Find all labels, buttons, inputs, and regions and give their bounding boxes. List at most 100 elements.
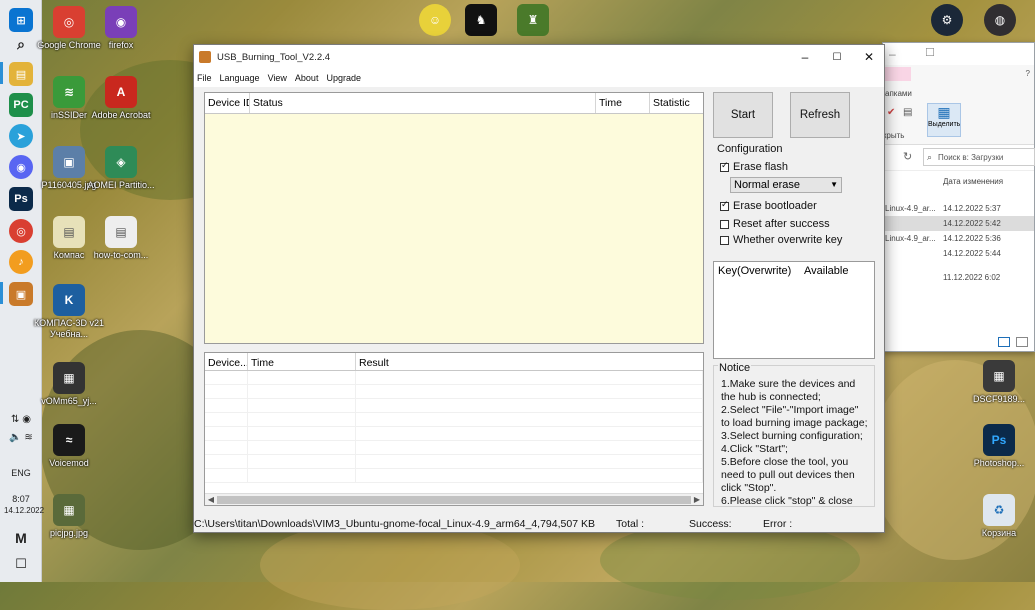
desktop-icon[interactable]: ▦ DSCF9189... — [964, 360, 1034, 405]
table-row[interactable] — [205, 385, 703, 399]
desktop-icon[interactable]: ▤ how-to-com... — [86, 216, 156, 261]
usb-burning-tool-taskbar-icon[interactable]: ▣ — [9, 282, 33, 306]
obs-icon: ◍ — [984, 4, 1016, 36]
column-date[interactable]: Дата изменения — [943, 177, 1003, 186]
table-row[interactable] — [205, 413, 703, 427]
column-time[interactable]: Time — [596, 93, 650, 113]
file-explorer-window[interactable]: – ☐ апками ✔ ▤ ▦ Выделить Открыть ↻ ⌕ По… — [873, 42, 1035, 352]
desktop-icon[interactable]: A Adobe Acrobat — [86, 76, 156, 121]
select-button[interactable]: ▦ Выделить — [927, 103, 961, 137]
usb-burning-tool-window[interactable]: USB_Burning_Tool_V2.2.4 – ☐ ✕ File Langu… — [193, 44, 885, 533]
file-row[interactable]: 14.12.2022 5:42 — [883, 216, 1034, 231]
file-explorer-icon[interactable]: ▤ — [9, 62, 33, 86]
app-icon: ▤ — [53, 216, 85, 248]
reset-after-success-label: Reset after success — [733, 218, 830, 230]
table-row[interactable] — [205, 371, 703, 385]
desktop-icon[interactable]: ≈ Voicemod — [34, 424, 104, 469]
search-icon[interactable]: ⌕ — [9, 32, 33, 56]
music-app-icon[interactable]: ♪ — [9, 250, 33, 274]
column-time[interactable]: Time — [248, 353, 356, 370]
status-total: Total : — [616, 518, 645, 530]
taskbar-app-icon[interactable]: M — [4, 530, 38, 546]
column-status[interactable]: Status — [250, 93, 596, 113]
maximize-icon[interactable]: ☐ — [925, 46, 935, 59]
clock-time[interactable]: 8:07 — [4, 494, 38, 504]
telegram-icon[interactable]: ➤ — [9, 124, 33, 148]
clock-date[interactable]: 14.12.2022 — [4, 506, 44, 515]
start-button[interactable]: Start — [713, 92, 773, 138]
erase-bootloader-checkbox[interactable]: Erase bootloader — [720, 199, 817, 212]
explorer-search-input[interactable]: ⌕ Поиск в: Загрузки — [923, 148, 1035, 166]
key-list[interactable]: Key(Overwrite) Available — [713, 261, 875, 359]
table-row[interactable] — [205, 399, 703, 413]
erase-flash-checkbox[interactable]: Erase flash — [720, 160, 788, 173]
erase-mode-select[interactable]: Normal erase ▼ — [730, 177, 842, 193]
refresh-icon[interactable]: ↻ — [903, 150, 912, 163]
desktop-icon[interactable]: Ps Photoshop... — [964, 424, 1034, 469]
notice-text: 1.Make sure the devices and the hub is co… — [714, 366, 874, 508]
file-row[interactable]: Linux-4.9_ar... 14.12.2022 5:36 — [883, 231, 1034, 246]
print-icon[interactable]: ▤ — [903, 107, 912, 118]
notice-box: 1.Make sure the devices and the hub is co… — [713, 365, 875, 507]
table-row[interactable] — [205, 427, 703, 441]
maximize-button[interactable]: ☐ — [821, 45, 853, 69]
explorer-address-row: ↻ ⌕ Поиск в: Загрузки — [883, 145, 1035, 171]
desktop-icon[interactable]: ◈ AOMEI Partitio... — [86, 146, 156, 191]
tray-icons[interactable]: ⇅ ◉ — [4, 414, 38, 425]
app-icon: ▦ — [53, 494, 85, 526]
details-view-icon[interactable] — [998, 337, 1010, 347]
horizontal-scrollbar[interactable]: ◀ ▶ — [205, 493, 703, 505]
device-grid[interactable]: Device ID Status Time Statistic — [204, 92, 704, 344]
tiles-view-icon[interactable] — [1016, 337, 1028, 347]
desktop-icon[interactable]: ♻ Корзина — [964, 494, 1034, 539]
menu-language[interactable]: Language — [220, 73, 260, 83]
scroll-thumb[interactable] — [217, 496, 691, 504]
overwrite-key-checkbox[interactable]: Whether overwrite key — [720, 234, 842, 246]
help-icon[interactable]: ? — [1026, 69, 1030, 78]
menu-upgrade[interactable]: Upgrade — [326, 73, 361, 83]
scroll-left-icon[interactable]: ◀ — [205, 494, 217, 506]
minimize-button[interactable]: – — [789, 45, 821, 69]
refresh-button[interactable]: Refresh — [790, 92, 850, 138]
reset-after-success-checkbox[interactable]: Reset after success — [720, 218, 830, 230]
column-device[interactable]: Device... — [205, 353, 248, 370]
app-icon: ≋ — [53, 76, 85, 108]
properties-icon[interactable]: ✔ — [887, 107, 895, 118]
column-result[interactable]: Result — [356, 353, 703, 370]
desktop-icon[interactable]: ♜ — [498, 4, 568, 36]
result-grid[interactable]: Device... Time Result ◀ ▶ — [204, 352, 704, 506]
menu-about[interactable]: About — [295, 73, 319, 83]
file-date: 14.12.2022 5:42 — [943, 219, 1001, 228]
file-row[interactable]: 14.12.2022 5:44 — [883, 246, 1034, 261]
pycharm-icon[interactable]: PC — [9, 93, 33, 117]
desktop-icon[interactable]: ▦ vOMm65_yj... — [34, 362, 104, 407]
discord-icon[interactable]: ◉ — [9, 155, 33, 179]
close-button[interactable]: ✕ — [853, 45, 885, 69]
column-statistic[interactable]: Statistic — [650, 93, 703, 113]
minimize-icon[interactable]: – — [889, 47, 896, 61]
windows-start-icon[interactable]: ⊞ — [9, 8, 33, 32]
file-row[interactable]: Linux-4.9_ar... 14.12.2022 5:37 — [883, 201, 1034, 216]
file-row[interactable]: 11.12.2022 6:02 — [883, 261, 1034, 285]
table-row[interactable] — [205, 469, 703, 483]
language-indicator[interactable]: ENG — [4, 468, 38, 478]
scroll-right-icon[interactable]: ▶ — [691, 494, 703, 506]
notification-icon[interactable]: ☐ — [4, 556, 38, 572]
device-grid-header: Device ID Status Time Statistic — [205, 93, 703, 114]
checkbox-unchecked-icon — [720, 219, 729, 229]
explorer-file-list: Linux-4.9_ar... 14.12.2022 5:37 14.12.2022… — [883, 201, 1034, 285]
table-row[interactable] — [205, 455, 703, 469]
desktop-icon[interactable]: ▦ picjpg.jpg — [34, 494, 104, 539]
column-device-id[interactable]: Device ID — [205, 93, 250, 113]
menu-file[interactable]: File — [197, 73, 212, 83]
photoshop-icon[interactable]: Ps — [9, 187, 33, 211]
table-cell — [248, 469, 356, 482]
explorer-columns: Дата изменения — [883, 171, 1034, 201]
desktop-icon[interactable]: K КОМПАС-3D v21 Учебна... — [34, 284, 104, 340]
desktop-icon-obs[interactable]: ◍ — [965, 4, 1035, 36]
menu-view[interactable]: View — [268, 73, 287, 83]
desktop-icon[interactable]: ◉ firefox — [86, 6, 156, 51]
chrome-icon[interactable]: ◎ — [9, 219, 33, 243]
volume-wifi-icon[interactable]: 🔈 ≋ — [4, 432, 38, 443]
table-row[interactable] — [205, 441, 703, 455]
